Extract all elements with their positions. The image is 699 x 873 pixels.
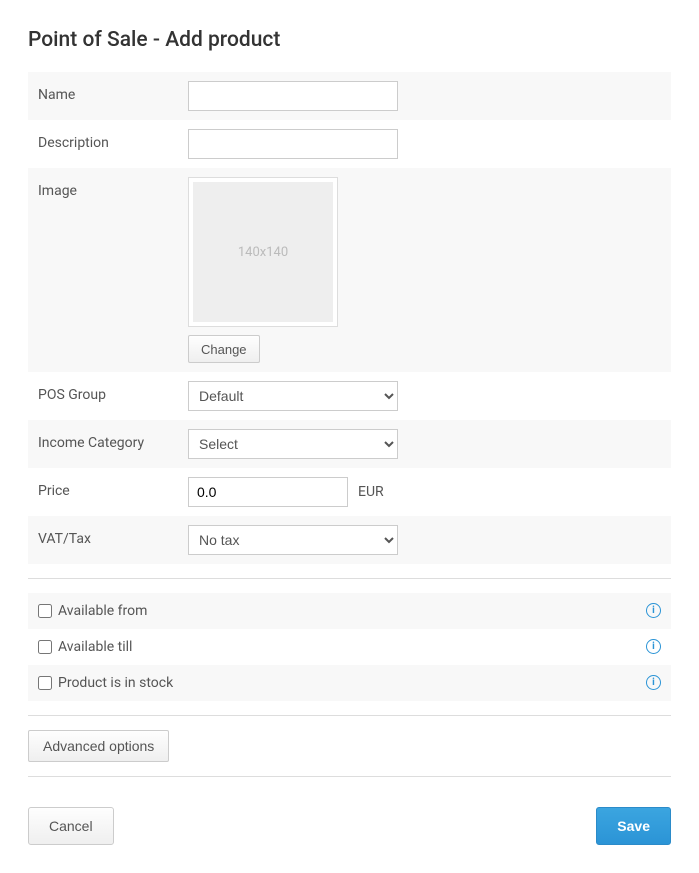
vat-row: VAT/Tax No tax bbox=[28, 516, 671, 564]
pos-group-row: POS Group Default bbox=[28, 372, 671, 420]
info-icon[interactable]: i bbox=[646, 603, 661, 618]
description-row: Description bbox=[28, 120, 671, 168]
price-input[interactable] bbox=[188, 477, 348, 507]
name-input[interactable] bbox=[188, 81, 398, 111]
available-till-row: Available till i bbox=[28, 629, 671, 665]
pos-group-label: POS Group bbox=[38, 381, 188, 403]
vat-select[interactable]: No tax bbox=[188, 525, 398, 555]
cancel-button[interactable]: Cancel bbox=[28, 807, 114, 845]
footer: Cancel Save bbox=[28, 807, 671, 845]
in-stock-label: Product is in stock bbox=[58, 675, 173, 691]
income-category-select[interactable]: Select bbox=[188, 429, 398, 459]
income-category-row: Income Category Select bbox=[28, 420, 671, 468]
in-stock-checkbox[interactable] bbox=[38, 676, 52, 690]
income-category-label: Income Category bbox=[38, 429, 188, 451]
name-row: Name bbox=[28, 72, 671, 120]
available-till-label: Available till bbox=[58, 639, 132, 655]
currency-label: EUR bbox=[358, 484, 384, 500]
save-button[interactable]: Save bbox=[596, 807, 671, 845]
pos-group-select[interactable]: Default bbox=[188, 381, 398, 411]
page-title: Point of Sale - Add product bbox=[28, 28, 671, 52]
divider bbox=[28, 578, 671, 579]
available-till-checkbox[interactable] bbox=[38, 640, 52, 654]
image-label: Image bbox=[38, 177, 188, 199]
divider bbox=[28, 715, 671, 716]
image-placeholder: 140x140 bbox=[193, 182, 333, 322]
info-icon[interactable]: i bbox=[646, 639, 661, 654]
available-from-checkbox[interactable] bbox=[38, 604, 52, 618]
description-label: Description bbox=[38, 129, 188, 151]
price-label: Price bbox=[38, 477, 188, 499]
image-preview: 140x140 bbox=[188, 177, 338, 327]
info-icon[interactable]: i bbox=[646, 675, 661, 690]
in-stock-row: Product is in stock i bbox=[28, 665, 671, 701]
vat-label: VAT/Tax bbox=[38, 525, 188, 547]
name-label: Name bbox=[38, 81, 188, 103]
price-row: Price EUR bbox=[28, 468, 671, 516]
change-image-button[interactable]: Change bbox=[188, 335, 260, 363]
available-from-label: Available from bbox=[58, 603, 147, 619]
description-input[interactable] bbox=[188, 129, 398, 159]
image-row: Image 140x140 Change bbox=[28, 168, 671, 372]
available-from-row: Available from i bbox=[28, 593, 671, 629]
advanced-options-button[interactable]: Advanced options bbox=[28, 730, 169, 762]
divider bbox=[28, 776, 671, 777]
